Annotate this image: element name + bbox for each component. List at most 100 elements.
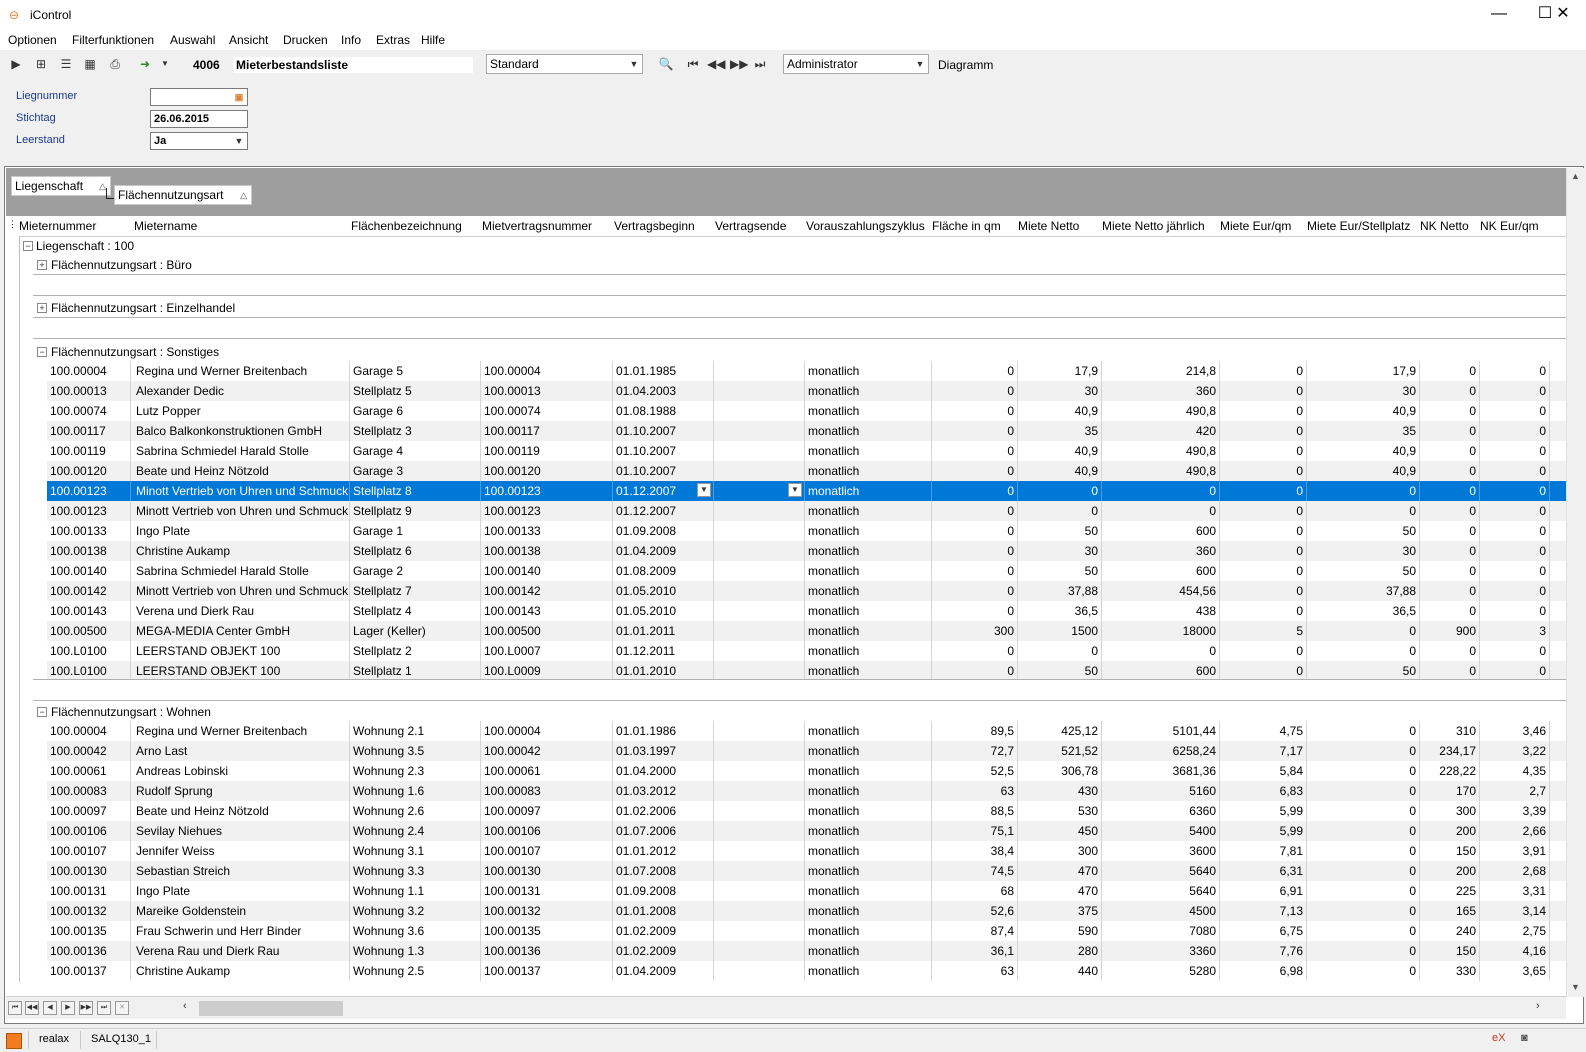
table-cell[interactable]: 7080: [1102, 921, 1220, 941]
table-cell[interactable]: 100.00132: [47, 901, 131, 921]
table-cell[interactable]: 521,52: [1018, 741, 1102, 761]
table-cell[interactable]: 2,66: [1480, 821, 1550, 841]
table-cell[interactable]: 490,8: [1102, 441, 1220, 461]
table-cell[interactable]: 0: [1420, 481, 1480, 501]
table-cell[interactable]: Christine Aukamp: [133, 541, 350, 561]
table-cell[interactable]: 0: [1220, 381, 1307, 401]
table-cell[interactable]: 30: [1307, 541, 1420, 561]
table-cell[interactable]: 0: [1307, 801, 1420, 821]
table-cell[interactable]: Stellplatz 9: [350, 501, 481, 521]
table-cell[interactable]: 425,12: [1018, 721, 1102, 741]
table-cell[interactable]: 430: [1018, 781, 1102, 801]
table-cell[interactable]: Wohnung 1.1: [350, 881, 481, 901]
table-row[interactable]: 100.00120 Beate und Heinz Nötzold Garage 3…: [47, 461, 1566, 481]
table-cell[interactable]: 100.00136: [47, 941, 131, 961]
table-cell[interactable]: 40,9: [1018, 441, 1102, 461]
table-cell[interactable]: 50: [1307, 661, 1420, 681]
table-cell[interactable]: 600: [1102, 661, 1220, 681]
table-cell[interactable]: [714, 581, 805, 601]
table-row[interactable]: 100.00135 Frau Schwerin und Herr Binder Wo…: [47, 921, 1566, 941]
table-cell[interactable]: 2,7: [1480, 781, 1550, 801]
table-cell[interactable]: 490,8: [1102, 401, 1220, 421]
table-cell[interactable]: 100.00004: [47, 721, 131, 741]
table-cell[interactable]: 0: [1420, 361, 1480, 381]
prev-page-icon[interactable]: ◀◀: [25, 1001, 39, 1015]
date-dropdown-icon[interactable]: ▼: [788, 483, 802, 497]
table-cell[interactable]: 01.02.2006: [613, 801, 714, 821]
table-cell[interactable]: 0: [932, 501, 1018, 521]
table-cell[interactable]: monatlich: [805, 921, 932, 941]
table-cell[interactable]: 100.00500: [481, 621, 613, 641]
table-cell[interactable]: 0: [932, 441, 1018, 461]
table-cell[interactable]: Stellplatz 6: [350, 541, 481, 561]
table-cell[interactable]: 01.08.2009: [613, 561, 714, 581]
column-header[interactable]: Flächenbezeichnung: [351, 219, 462, 233]
table-cell[interactable]: 100.00013: [47, 381, 131, 401]
table-cell[interactable]: [714, 801, 805, 821]
table-cell[interactable]: 100.L0009: [481, 661, 613, 681]
table-cell[interactable]: Regina und Werner Breitenbach: [133, 721, 350, 741]
table-cell[interactable]: 0: [1307, 741, 1420, 761]
table-row[interactable]: 100.00136 Verena Rau und Dierk Rau Wohnung…: [47, 941, 1566, 961]
table-cell[interactable]: 170: [1420, 781, 1480, 801]
table-cell[interactable]: Wohnung 2.1: [350, 721, 481, 741]
table-cell[interactable]: 0: [1220, 601, 1307, 621]
user-select[interactable]: Administrator ▼: [783, 54, 929, 74]
table-cell[interactable]: 4,35: [1480, 761, 1550, 781]
table-cell[interactable]: monatlich: [805, 721, 932, 741]
table-cell[interactable]: 100.00004: [481, 361, 613, 381]
table-cell[interactable]: 0: [1220, 401, 1307, 421]
table-cell[interactable]: Stellplatz 4: [350, 601, 481, 621]
table-cell[interactable]: 225: [1420, 881, 1480, 901]
table-cell[interactable]: Regina und Werner Breitenbach: [133, 361, 350, 381]
table-cell[interactable]: Wohnung 3.2: [350, 901, 481, 921]
table-cell[interactable]: 5640: [1102, 861, 1220, 881]
table-cell[interactable]: Andreas Lobinski: [133, 761, 350, 781]
table-cell[interactable]: monatlich: [805, 961, 932, 981]
next-record-icon[interactable]: ▶: [61, 1001, 75, 1015]
table-cell[interactable]: 3,22: [1480, 741, 1550, 761]
table-cell[interactable]: 420: [1102, 421, 1220, 441]
export-dropdown-icon[interactable]: ▼: [157, 56, 173, 72]
group-row-sonstiges[interactable]: − Flächennutzungsart : Sonstiges: [19, 342, 1566, 362]
table-cell[interactable]: 01.01.2008: [613, 901, 714, 921]
table-row[interactable]: 100.00083 Rudolf Sprung Wohnung 1.6 100.000…: [47, 781, 1566, 801]
table-cell[interactable]: 100.00140: [47, 561, 131, 581]
table-cell[interactable]: Wohnung 3.3: [350, 861, 481, 881]
table-cell[interactable]: 01.12.2011: [613, 641, 714, 661]
table-cell[interactable]: monatlich: [805, 521, 932, 541]
table-cell[interactable]: 600: [1102, 561, 1220, 581]
table-row[interactable]: 100.00130 Sebastian Streich Wohnung 3.3 100…: [47, 861, 1566, 881]
table-cell[interactable]: monatlich: [805, 821, 932, 841]
table-cell[interactable]: 0: [1307, 721, 1420, 741]
column-header[interactable]: Miete Netto: [1018, 219, 1079, 233]
table-cell[interactable]: 50: [1307, 561, 1420, 581]
table-cell[interactable]: 0: [1102, 481, 1220, 501]
table-row[interactable]: 100.00004 Regina und Werner Breitenbach Wo…: [47, 721, 1566, 741]
table-cell[interactable]: Christine Aukamp: [133, 961, 350, 981]
table-cell[interactable]: 0: [932, 561, 1018, 581]
table-cell[interactable]: 0: [1307, 501, 1420, 521]
table-cell[interactable]: 234,17: [1420, 741, 1480, 761]
menu-filterfunktionen[interactable]: Filterfunktionen: [72, 33, 154, 47]
table-cell[interactable]: Wohnung 1.6: [350, 781, 481, 801]
table-row[interactable]: 100.00132 Mareike Goldenstein Wohnung 3.2 1…: [47, 901, 1566, 921]
table-cell[interactable]: 63: [932, 781, 1018, 801]
table-cell[interactable]: Minott Vertrieb von Uhren und Schmuck: [133, 481, 350, 501]
table-cell[interactable]: 6258,24: [1102, 741, 1220, 761]
table-cell[interactable]: monatlich: [805, 441, 932, 461]
table-cell[interactable]: 6,83: [1220, 781, 1307, 801]
table-cell[interactable]: 438: [1102, 601, 1220, 621]
diagram-button[interactable]: Diagramm: [938, 58, 993, 72]
table-cell[interactable]: 100.00117: [47, 421, 131, 441]
table-cell[interactable]: 7,76: [1220, 941, 1307, 961]
group-row-wohnen[interactable]: − Flächennutzungsart : Wohnen: [19, 702, 1566, 722]
scroll-left-icon[interactable]: ‹: [183, 1000, 187, 1012]
table-cell[interactable]: 01.04.2000: [613, 761, 714, 781]
table-cell[interactable]: [714, 761, 805, 781]
table-cell[interactable]: 40,9: [1307, 401, 1420, 421]
table-cell[interactable]: [714, 781, 805, 801]
table-cell[interactable]: Arno Last: [133, 741, 350, 761]
table-cell[interactable]: 01.01.1985: [613, 361, 714, 381]
next-icon[interactable]: ▶▶: [730, 56, 748, 72]
